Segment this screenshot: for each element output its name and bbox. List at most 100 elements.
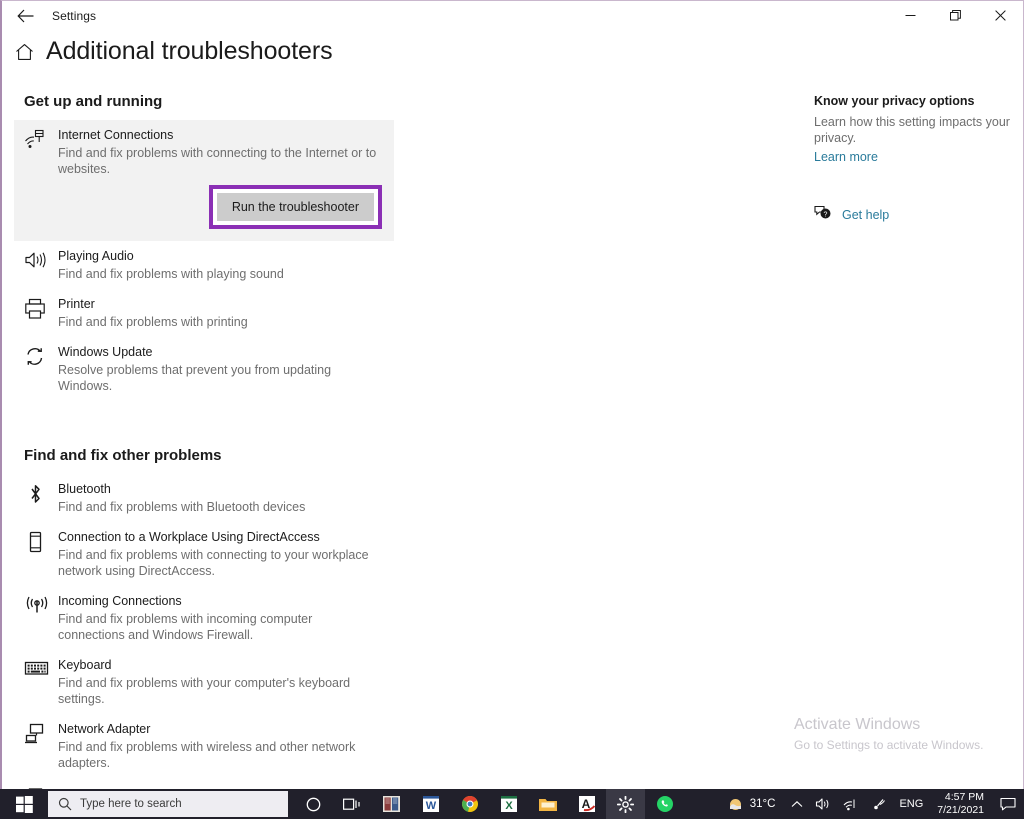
printer-icon: [24, 296, 52, 330]
cortana-icon[interactable]: [294, 789, 333, 819]
troubleshooter-text: Bluetooth Find and fix problems with Blu…: [52, 481, 384, 515]
troubleshooter-text: Printer Find and fix problems with print…: [52, 296, 384, 330]
reader-icon[interactable]: [372, 789, 411, 819]
bluetooth-icon: [24, 481, 52, 515]
page-header: Additional troubleshooters: [2, 37, 332, 66]
troubleshooter-keyboard[interactable]: Keyboard Find and fix problems with your…: [14, 650, 394, 714]
search-input[interactable]: Type here to search: [48, 791, 288, 817]
troubleshooter-name: Printer: [58, 296, 384, 313]
system-tray: 31°C: [721, 789, 1024, 819]
acrobat-icon[interactable]: A: [567, 789, 606, 819]
troubleshooter-text: Internet Connections Find and fix proble…: [52, 127, 384, 177]
whatsapp-icon[interactable]: [645, 789, 684, 819]
right-info-panel: Know your privacy options Learn how this…: [814, 94, 1014, 222]
back-arrow-icon[interactable]: [2, 1, 48, 30]
weather-sun-icon[interactable]: [721, 789, 750, 819]
settings-window: Settings: [0, 0, 1024, 789]
clock-time: 4:57 PM: [945, 791, 984, 804]
troubleshooter-printer[interactable]: Printer Find and fix problems with print…: [14, 289, 394, 337]
window-controls: [888, 1, 1023, 30]
task-view-icon[interactable]: [333, 789, 372, 819]
window-title: Settings: [52, 9, 96, 23]
troubleshooter-desc: Find and fix problems with connecting to…: [58, 145, 378, 177]
get-help-row[interactable]: ? Get help: [814, 204, 1014, 222]
language-indicator[interactable]: ENG: [893, 789, 929, 819]
troubleshooter-text: Windows Update Resolve problems that pre…: [52, 344, 384, 394]
watermark-title: Activate Windows: [794, 714, 983, 736]
search-icon: [58, 797, 72, 811]
run-troubleshooter-button[interactable]: Run the troubleshooter: [217, 193, 374, 221]
troubleshooter-desc: Find and fix problems with Bluetooth dev…: [58, 499, 378, 515]
excel-icon[interactable]: X: [489, 789, 528, 819]
wifi-icon[interactable]: [837, 789, 865, 819]
svg-text:W: W: [425, 800, 436, 812]
windows-start-icon[interactable]: [0, 789, 48, 819]
settings-gear-icon[interactable]: [606, 789, 645, 819]
troubleshooter-desc: Find and fix problems with playing sound: [58, 266, 378, 282]
highlight-annotation: Run the troubleshooter: [209, 185, 382, 229]
troubleshooter-playing-audio[interactable]: Playing Audio Find and fix problems with…: [14, 241, 394, 289]
troubleshooter-desc: Find and fix problems with wireless and …: [58, 739, 378, 771]
troubleshooters-list[interactable]: Get up and running Internet Connections …: [14, 93, 394, 790]
minimize-button[interactable]: [888, 1, 933, 30]
troubleshooter-name: Internet Connections: [58, 127, 384, 144]
troubleshooter-text: Keyboard Find and fix problems with your…: [52, 657, 384, 707]
troubleshooter-network-adapter[interactable]: Network Adapter Find and fix problems wi…: [14, 714, 394, 778]
network-status-icon[interactable]: [865, 789, 893, 819]
troubleshooter-directaccess[interactable]: Connection to a Workplace Using DirectAc…: [14, 522, 394, 586]
help-chat-icon: ?: [814, 205, 832, 221]
volume-icon[interactable]: [809, 789, 837, 819]
watermark-subtitle: Go to Settings to activate Windows.: [794, 736, 983, 754]
chrome-icon[interactable]: [450, 789, 489, 819]
page-title: Additional troubleshooters: [46, 37, 332, 66]
troubleshooter-bluetooth[interactable]: Bluetooth Find and fix problems with Blu…: [14, 474, 394, 522]
close-button[interactable]: [978, 1, 1023, 30]
privacy-heading: Know your privacy options: [814, 94, 1014, 108]
run-button-row: Run the troubleshooter: [24, 177, 384, 241]
privacy-text: Learn how this setting impacts your priv…: [814, 114, 1014, 146]
troubleshooter-text: Network Adapter Find and fix problems wi…: [52, 721, 384, 771]
troubleshooter-desc: Find and fix problems with your computer…: [58, 675, 378, 707]
activate-windows-watermark: Activate Windows Go to Settings to activ…: [794, 714, 983, 754]
taskbar: Type here to search: [0, 789, 1024, 819]
action-center-icon[interactable]: [992, 789, 1024, 819]
troubleshooter-name: Windows Update: [58, 344, 384, 361]
learn-more-link[interactable]: Learn more: [814, 150, 878, 164]
maximize-button[interactable]: [933, 1, 978, 30]
troubleshooter-desc: Find and fix problems with connecting to…: [58, 547, 378, 579]
chevron-up-icon[interactable]: [785, 789, 809, 819]
troubleshooter-desc: Find and fix problems with incoming comp…: [58, 611, 378, 643]
troubleshooter-name: Connection to a Workplace Using DirectAc…: [58, 529, 384, 546]
keyboard-icon: [24, 657, 52, 707]
title-bar: Settings: [2, 1, 1023, 30]
troubleshooter-name: Playing Audio: [58, 248, 384, 265]
troubleshooter-text: Playing Audio Find and fix problems with…: [52, 248, 384, 282]
troubleshooter-desc: Resolve problems that prevent you from u…: [58, 362, 378, 394]
clock[interactable]: 4:57 PM 7/21/2021: [929, 789, 992, 819]
internet-connections-icon: [24, 127, 52, 177]
file-explorer-icon[interactable]: [528, 789, 567, 819]
screen: Settings: [0, 0, 1024, 819]
get-help-link[interactable]: Get help: [842, 208, 889, 222]
section-heading-get-up-running: Get up and running: [24, 93, 394, 110]
troubleshooter-desc: Find and fix problems with printing: [58, 314, 378, 330]
network-adapter-icon: [24, 721, 52, 771]
search-placeholder: Type here to search: [80, 798, 182, 810]
troubleshooter-name: Keyboard: [58, 657, 384, 674]
troubleshooter-internet-connections[interactable]: Internet Connections Find and fix proble…: [14, 120, 394, 241]
troubleshooter-text: Incoming Connections Find and fix proble…: [52, 593, 384, 643]
troubleshooter-incoming-connections[interactable]: Incoming Connections Find and fix proble…: [14, 586, 394, 650]
troubleshooter-name: Incoming Connections: [58, 593, 384, 610]
svg-text:?: ?: [824, 212, 828, 219]
troubleshooter-windows-update[interactable]: Windows Update Resolve problems that pre…: [14, 337, 394, 401]
speaker-icon: [24, 248, 52, 282]
section-heading-other-problems: Find and fix other problems: [24, 447, 394, 464]
troubleshooter-name: Network Adapter: [58, 721, 384, 738]
troubleshooter-name: Bluetooth: [58, 481, 384, 498]
device-icon: [24, 529, 52, 579]
troubleshooter-text: Connection to a Workplace Using DirectAc…: [52, 529, 384, 579]
word-icon[interactable]: W: [411, 789, 450, 819]
home-icon[interactable]: [2, 43, 46, 61]
svg-text:X: X: [505, 800, 513, 812]
clock-date: 7/21/2021: [937, 804, 984, 817]
